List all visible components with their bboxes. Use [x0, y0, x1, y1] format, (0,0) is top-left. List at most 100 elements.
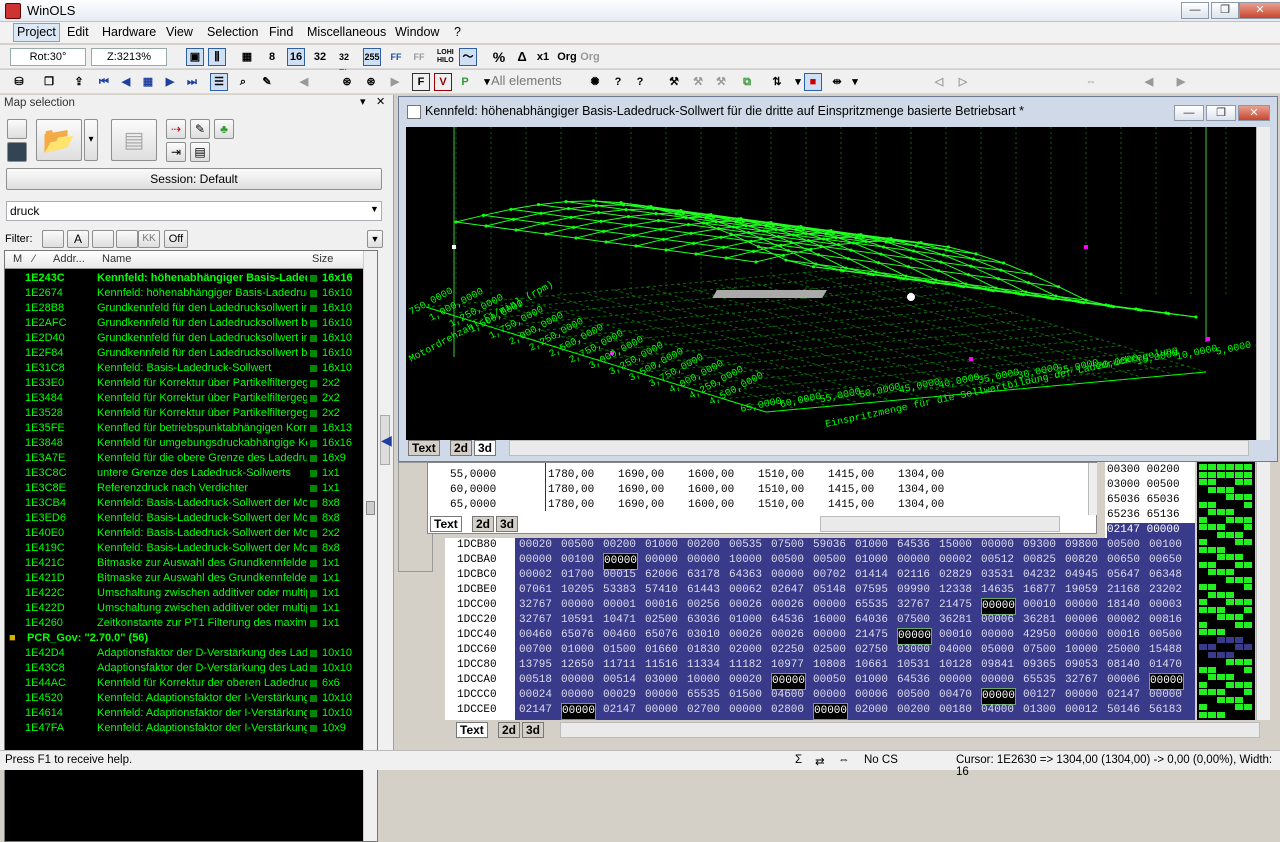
hex-cell[interactable]: 16000	[813, 613, 846, 628]
hex-cell[interactable]: 01830	[687, 643, 720, 658]
color-box-icon[interactable]: ■	[804, 73, 822, 91]
hex-cell[interactable]: 57410	[645, 583, 678, 598]
hex-cell[interactable]: 61443	[687, 583, 720, 598]
hex-cell[interactable]: 00000	[729, 703, 762, 718]
hex-cell[interactable]: 05647	[1107, 568, 1140, 583]
export-map-icon[interactable]: ⇥	[166, 142, 186, 162]
list-item[interactable]: 1E3C8E Referenzdruck nach Verdichter 1x1	[5, 481, 365, 496]
list-item[interactable]: 1E422C Umschaltung zwischen additiver ode…	[5, 586, 365, 601]
hex-cell[interactable]: 00500	[561, 538, 594, 553]
hex-cell[interactable]: 00000	[897, 553, 930, 568]
col-address[interactable]: Addr...	[53, 253, 85, 265]
hex-cell[interactable]: 00012	[1065, 703, 1098, 718]
hex-cell[interactable]: 00002	[939, 553, 972, 568]
col-sort[interactable]: ⁄	[33, 253, 35, 265]
hex-cell[interactable]: 07061	[519, 583, 552, 598]
format-32bit-button[interactable]: 32	[311, 48, 329, 66]
rotation-field[interactable]: Rot:30°	[10, 48, 86, 66]
splitter-collapse-icon[interactable]: ◀	[380, 415, 392, 465]
hex-cell[interactable]: 01000	[645, 538, 678, 553]
hex-cell[interactable]: 00062	[729, 583, 762, 598]
hex-cell[interactable]: 32767	[519, 598, 552, 613]
new-file-icon[interactable]	[7, 119, 27, 139]
hex-cell[interactable]: 01000	[855, 673, 888, 688]
map-restore-button[interactable]: ❐	[1206, 105, 1236, 121]
forward-icon[interactable]: ▶	[386, 73, 404, 91]
tab-2d[interactable]: 2d	[472, 516, 495, 532]
list-item[interactable]: 1E31C8 Kennfeld: Basis-Ladedruck-Sollwert…	[5, 361, 365, 376]
hex-cell[interactable]: 00256	[687, 598, 720, 613]
close-button[interactable]: ✕	[1239, 2, 1280, 19]
hex-cell[interactable]: 00500	[813, 553, 846, 568]
plot-vscroll[interactable]	[1256, 127, 1270, 440]
hex-cell[interactable]: 01500	[729, 688, 762, 703]
database-icon[interactable]: ⛁	[10, 73, 28, 91]
hex-cell[interactable]: 03000	[645, 673, 678, 688]
hex-editor[interactable]: 00020 00500 00200 01000 00200 00535 07500 59036…	[515, 538, 1195, 720]
menu-project[interactable]: Project	[13, 23, 60, 42]
edit-map-icon[interactable]: ✎	[258, 73, 276, 91]
menu-help[interactable]: ?	[454, 25, 461, 39]
hex-cell[interactable]: 00650	[1107, 553, 1140, 568]
hex-cell[interactable]: 36281	[939, 613, 972, 628]
nav-back-icon[interactable]: ◀	[1140, 73, 1158, 91]
tab-2d-plot[interactable]: 2d	[450, 440, 473, 456]
hex-cell[interactable]: 09053	[1065, 658, 1098, 673]
original-compare-button[interactable]: Org	[579, 48, 601, 66]
hex-cell[interactable]: 01000	[561, 643, 594, 658]
tools-3-icon[interactable]: ⚒	[712, 73, 730, 91]
map-close-button[interactable]: ✕	[1238, 105, 1270, 121]
list-item[interactable]: 1E44AC Kennfeld für Korrektur der oberen …	[5, 676, 365, 691]
first-icon[interactable]: ⏮	[95, 73, 113, 91]
table-scrollbar[interactable]	[1088, 463, 1097, 515]
map-minimize-button[interactable]: —	[1174, 105, 1204, 121]
menu-view[interactable]: View	[166, 25, 193, 39]
hex-cell[interactable]: 00026	[729, 598, 762, 613]
menu-miscellaneous[interactable]: Miscellaneous	[307, 25, 386, 39]
hex-cell[interactable]: 00000	[645, 703, 678, 718]
table-cell[interactable]: 1304,00	[898, 498, 944, 513]
filter-kk-icon[interactable]: KK	[138, 230, 160, 248]
session-button[interactable]: Session: Default	[6, 168, 382, 190]
hex-hscroll[interactable]	[560, 722, 1260, 738]
hex-cell[interactable]: 02147	[519, 703, 552, 718]
hex-cell[interactable]: 00006	[1107, 673, 1140, 688]
filter-b-icon[interactable]	[92, 230, 114, 248]
filter-off-button[interactable]: Off	[164, 230, 188, 248]
hex-cell[interactable]: 04945	[1065, 568, 1098, 583]
hex-cell[interactable]: 32767	[897, 598, 930, 613]
hex-cell[interactable]: 02147	[1107, 688, 1140, 703]
hex-cell[interactable]: 00200	[687, 538, 720, 553]
hex-cell[interactable]: 23202	[1149, 583, 1182, 598]
table-cell[interactable]: 1600,00	[688, 483, 734, 498]
hex-cell[interactable]: 03010	[687, 628, 720, 643]
hex-cell[interactable]: 04600	[771, 688, 804, 703]
menu-hardware[interactable]: Hardware	[102, 25, 156, 39]
hex-cell[interactable]: 00200	[603, 538, 636, 553]
hex-cell[interactable]: 09300	[1023, 538, 1056, 553]
hex-cell[interactable]: 64536	[897, 673, 930, 688]
hex-cell[interactable]: 00000	[561, 703, 597, 720]
hex-cell[interactable]: 00010	[1023, 598, 1056, 613]
hex-cell[interactable]: 00020	[519, 538, 552, 553]
hex-cell[interactable]: 01000	[855, 553, 888, 568]
filter-expand-icon[interactable]: ▼	[367, 230, 383, 248]
format-32float-button[interactable]: 32 Fl.	[335, 48, 353, 78]
hex-cell[interactable]: 00127	[1023, 688, 1056, 703]
hex-cell[interactable]: 21475	[855, 628, 888, 643]
hex-cell[interactable]: 00020	[729, 673, 762, 688]
hex-value-pair[interactable]: 00300 00200	[1107, 463, 1180, 478]
hex-cell[interactable]: 00816	[1149, 613, 1182, 628]
hex-cell[interactable]: 00100	[561, 553, 594, 568]
tab-text[interactable]: Text	[430, 516, 462, 532]
list-item[interactable]: 1E3848 Kennfeld für umgebungsdruckabhängi…	[5, 436, 365, 451]
hex-cell[interactable]: 00002	[1107, 613, 1140, 628]
tab-2d-hex[interactable]: 2d	[498, 722, 521, 738]
table-cell[interactable]: 1415,00	[828, 483, 874, 498]
list-view-icon[interactable]: ☰	[210, 73, 228, 91]
hex-cell[interactable]: 03531	[981, 568, 1014, 583]
plot-hscroll[interactable]	[509, 440, 1249, 456]
hex-cell[interactable]: 10531	[897, 658, 930, 673]
hex-cell[interactable]: 11711	[603, 658, 636, 673]
hex-cell[interactable]: 03000	[897, 643, 930, 658]
